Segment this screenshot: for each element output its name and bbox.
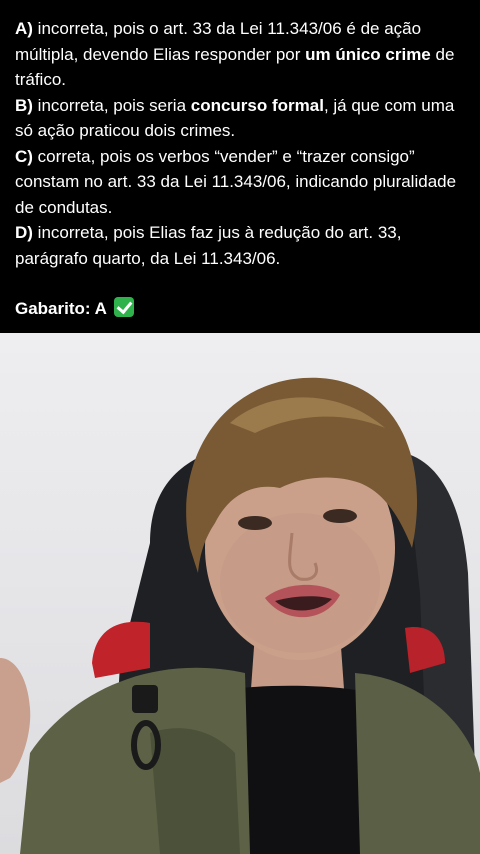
vest-shadow (150, 728, 240, 854)
hand (0, 658, 31, 783)
check-mark-icon (113, 297, 134, 317)
answer-key-label: Gabarito: A (15, 299, 107, 318)
option-d: D) incorreta, pois Elias faz jus à reduç… (15, 220, 466, 271)
chair-accent-left (92, 621, 150, 678)
option-c-text: correta, pois os verbos “vender” e “traz… (15, 146, 457, 217)
option-c-letter: C) (15, 146, 33, 166)
option-c: C) correta, pois os verbos “vender” e “t… (15, 144, 466, 221)
option-a-emphasis: um único crime (305, 44, 431, 64)
option-b-text: incorreta, pois seria (32, 95, 191, 115)
left-eye (238, 516, 272, 530)
option-b-letter: B) (15, 95, 33, 115)
option-b-emphasis: concurso formal (190, 95, 324, 115)
right-eye (323, 509, 357, 523)
vest-clip (132, 685, 158, 713)
option-a-letter: A) (15, 19, 33, 38)
option-b: B) incorreta, pois seria concurso formal… (15, 93, 466, 144)
option-a: A) incorreta, pois o art. 33 da Lei 11.3… (15, 16, 466, 93)
face-shade (220, 513, 380, 653)
answer-key: Gabarito: A (15, 296, 466, 322)
video-frame[interactable] (0, 333, 480, 854)
caption-panel: A) incorreta, pois o art. 33 da Lei 11.3… (0, 0, 480, 333)
speaker-illustration (0, 377, 480, 854)
option-d-letter: D) (15, 223, 33, 242)
option-d-text: incorreta, pois Elias faz jus à redução … (15, 223, 402, 268)
